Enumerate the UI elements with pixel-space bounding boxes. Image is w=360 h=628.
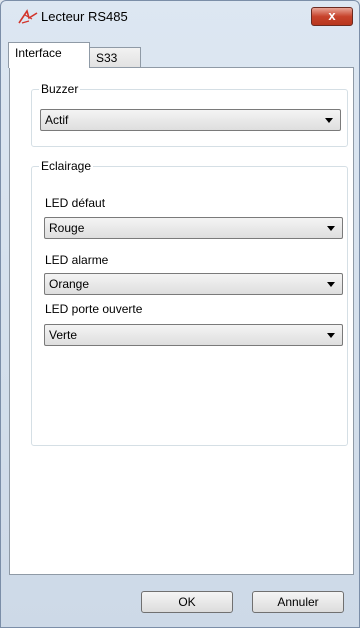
- cancel-label: Annuler: [277, 595, 319, 609]
- window-title: Lecteur RS485: [41, 9, 128, 24]
- title-bar[interactable]: Lecteur RS485 x: [1, 1, 359, 31]
- led-alarme-select[interactable]: Orange: [44, 273, 343, 295]
- led-alarme-label: LED alarme: [45, 253, 109, 267]
- tab-s33[interactable]: S33: [89, 47, 141, 69]
- led-defaut-select[interactable]: Rouge: [44, 217, 343, 239]
- tab-interface-label: Interface: [15, 46, 62, 60]
- tab-panel-interface: Buzzer Actif Eclairage LED défaut Rouge …: [9, 67, 354, 575]
- close-button[interactable]: x: [311, 7, 353, 26]
- dialog-window: Lecteur RS485 x Interface S33 Buzzer Act…: [0, 0, 360, 628]
- led-porte-select[interactable]: Verte: [44, 324, 343, 346]
- tab-s33-label: S33: [96, 51, 118, 65]
- chevron-down-icon: [325, 118, 333, 123]
- led-porte-value: Verte: [49, 328, 78, 342]
- ok-button[interactable]: OK: [141, 591, 233, 613]
- buzzer-value: Actif: [45, 113, 69, 127]
- close-icon: x: [328, 8, 336, 23]
- led-alarme-value: Orange: [49, 277, 90, 291]
- buzzer-legend: Buzzer: [39, 82, 81, 96]
- eclairage-legend: Eclairage: [39, 159, 94, 173]
- chevron-down-icon: [327, 282, 335, 287]
- buzzer-select[interactable]: Actif: [40, 109, 341, 131]
- chevron-down-icon: [327, 333, 335, 338]
- chevron-down-icon: [327, 226, 335, 231]
- led-porte-label: LED porte ouverte: [45, 302, 143, 316]
- cancel-button[interactable]: Annuler: [252, 591, 344, 613]
- tab-interface[interactable]: Interface: [8, 42, 90, 68]
- eclairage-group: Eclairage LED défaut Rouge LED alarme Or…: [31, 159, 348, 446]
- reader-signal-icon: [18, 9, 38, 24]
- ok-label: OK: [178, 595, 196, 609]
- led-defaut-label: LED défaut: [45, 196, 106, 210]
- led-defaut-value: Rouge: [49, 221, 85, 235]
- buzzer-group: Buzzer Actif: [31, 82, 348, 147]
